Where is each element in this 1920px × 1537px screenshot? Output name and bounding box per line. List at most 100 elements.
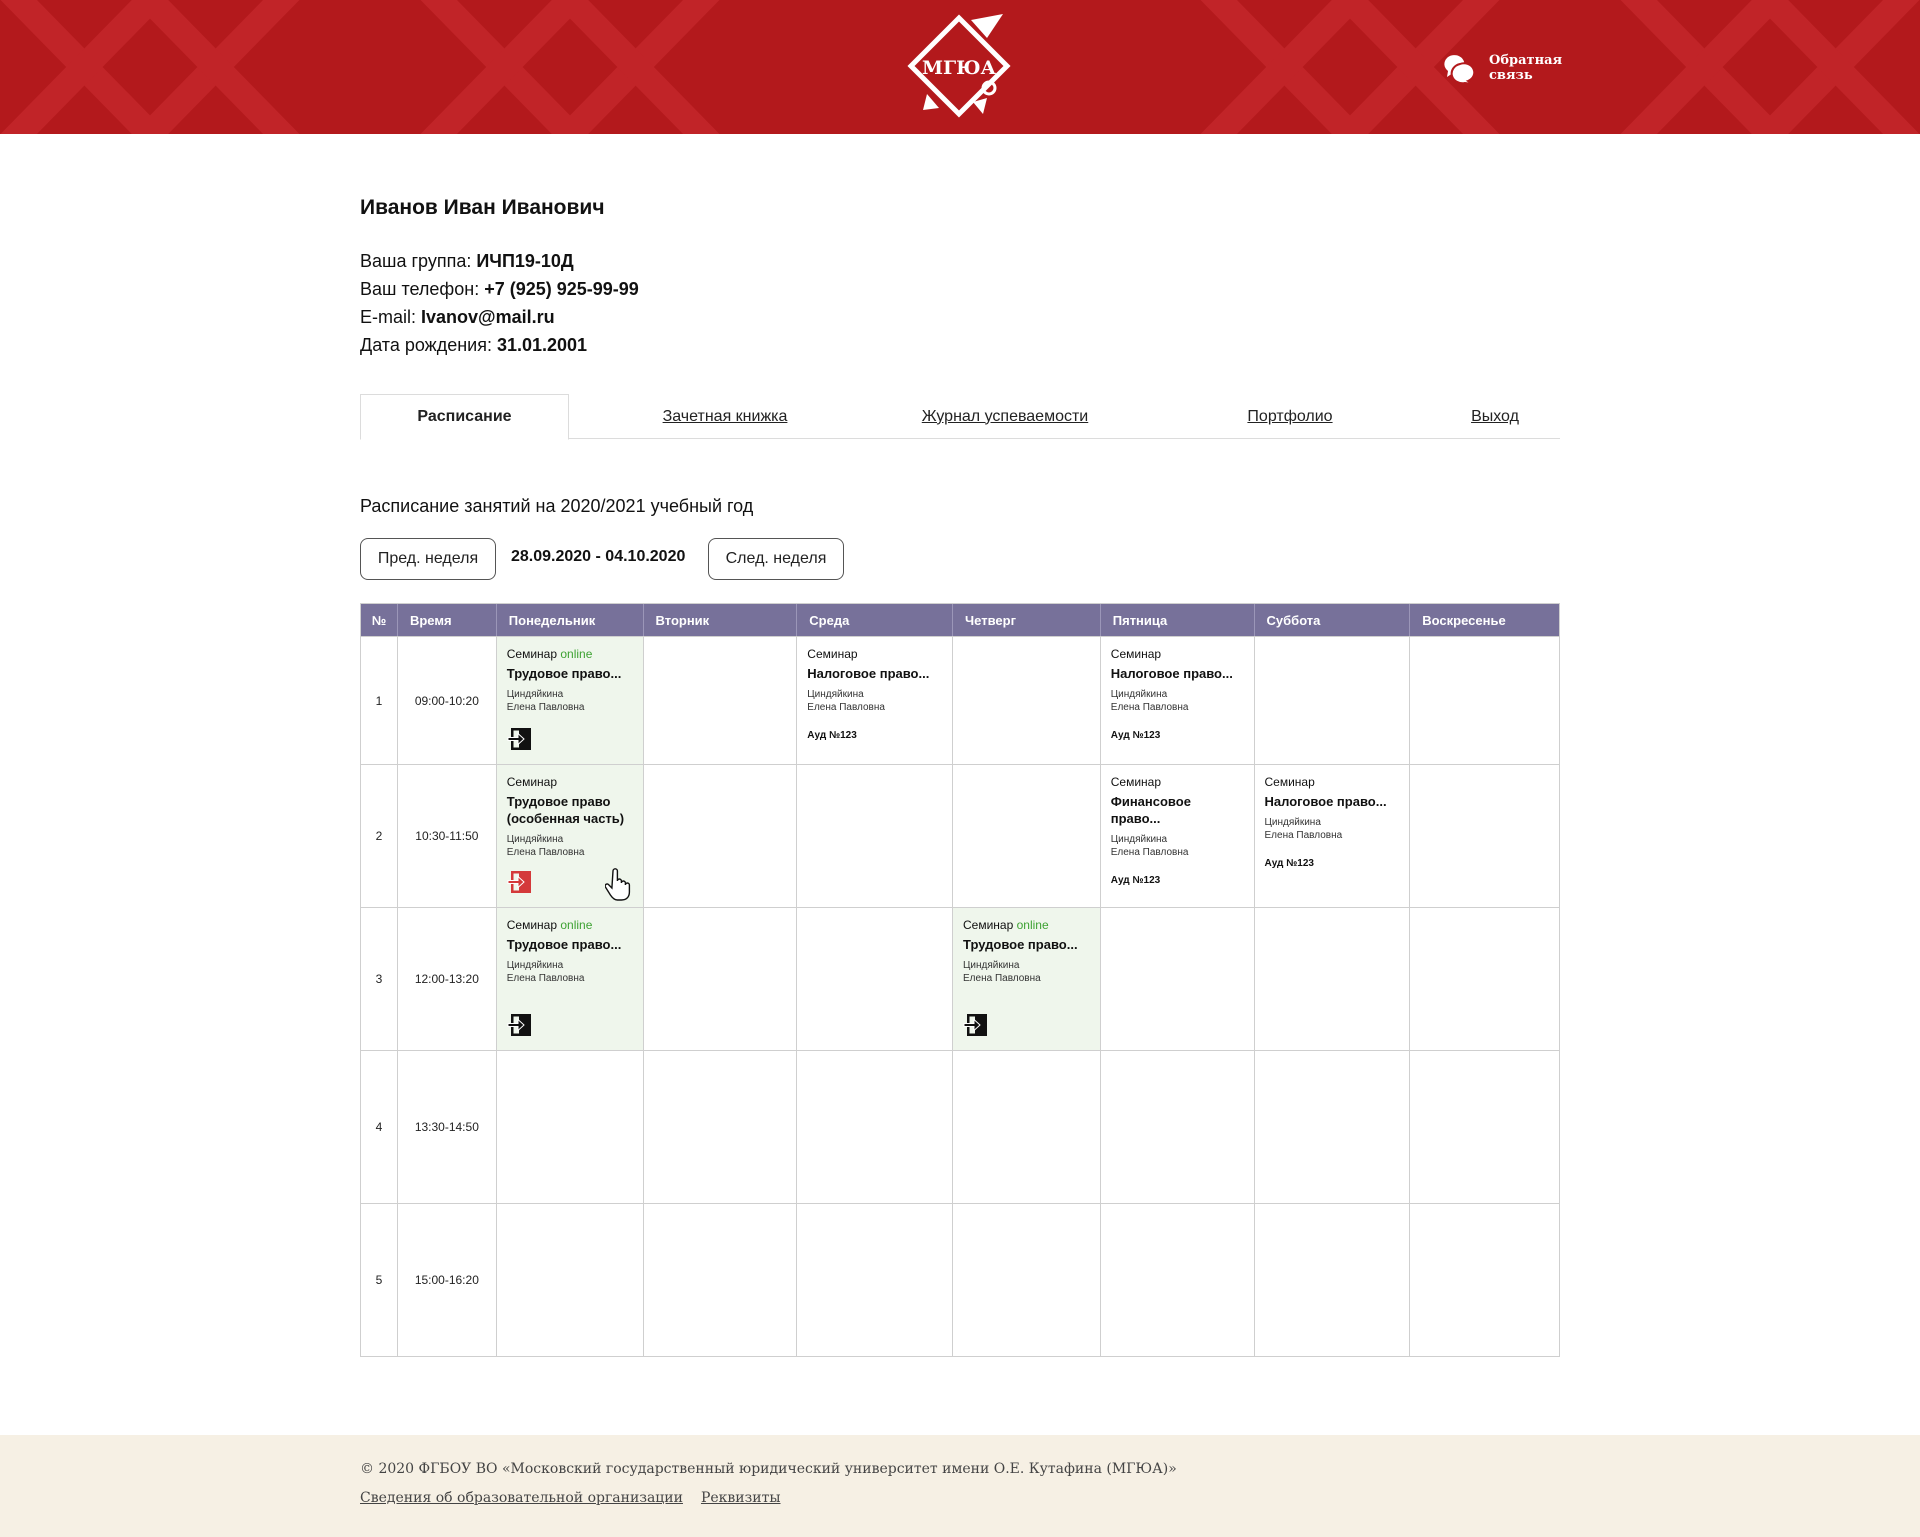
student-info: Ваша группа: ИЧП19-10Д Ваш телефон: +7 (… [360, 247, 639, 359]
join-lesson-icon[interactable] [507, 726, 533, 752]
schedule-cell [797, 765, 953, 907]
lesson-room: Ауд №123 [1110, 875, 1161, 886]
column-header: Понедельник [497, 604, 644, 636]
join-lesson-icon[interactable] [963, 1012, 989, 1038]
email-value: Ivanov@mail.ru [421, 307, 555, 327]
org-info-link[interactable]: Сведения об образовательной организации [360, 1490, 683, 1506]
lesson-time: 13:30-14:50 [398, 1051, 497, 1203]
tab-grades-journal[interactable]: Журнал успеваемости [870, 394, 1140, 439]
lesson-type: Семинар online [506, 647, 593, 661]
chat-bubbles-icon [1444, 55, 1476, 84]
lesson-title: Налоговое право... [807, 666, 930, 681]
email-line: E-mail: Ivanov@mail.ru [360, 307, 555, 327]
join-lesson-icon[interactable] [507, 869, 533, 895]
phone-value: +7 (925) 925-99-99 [484, 279, 639, 299]
lesson-type: Семинар [807, 647, 858, 661]
column-header: Вторник [644, 604, 798, 636]
feedback-link[interactable]: Обратная связь [1443, 50, 1562, 86]
lesson-title: Трудовое право... [963, 937, 1078, 952]
site-footer: © 2020 ФГБОУ ВО «Московский государствен… [0, 1435, 1920, 1537]
lesson-title: Трудовое право (особенная часть) [506, 794, 625, 826]
lesson-teacher: Циндяйкина Елена Павловна [506, 960, 585, 984]
schedule-cell[interactable]: Семинар Налоговое право... Циндяйкина Елена… [797, 637, 954, 764]
online-badge: online [560, 918, 593, 932]
row-number: 5 [361, 1204, 398, 1356]
lesson-teacher: Циндяйкина Елена Павловна [1264, 817, 1343, 841]
schedule-cell[interactable]: Семинар Налоговое право... Циндяйкина Елена… [1255, 765, 1411, 907]
schedule-cell [1410, 1204, 1559, 1356]
birthdate-value: 31.01.2001 [496, 335, 588, 355]
lesson-type: Семинар online [506, 918, 593, 932]
schedule-cell [953, 765, 1101, 907]
join-lesson-icon[interactable] [507, 1012, 533, 1038]
schedule-cell[interactable]: Семинар Налоговое право... Циндяйкина Елена… [1101, 637, 1255, 764]
row-number: 4 [361, 1051, 398, 1203]
online-badge: online [1016, 918, 1049, 932]
lesson-type: Семинар [1264, 775, 1315, 789]
lesson-type: Семинар [1110, 775, 1162, 789]
schedule-cell [644, 765, 798, 907]
lesson-teacher: Циндяйкина Елена Павловна [807, 689, 885, 713]
column-header: Среда [797, 604, 954, 636]
schedule-cell [1410, 637, 1559, 764]
schedule-cell [1101, 908, 1255, 1050]
schedule-cell[interactable]: Семинар online Трудовое право... Циндяйкин… [496, 637, 644, 764]
row-number: 1 [361, 637, 398, 764]
university-logo[interactable]: МГЮА [903, 14, 1015, 120]
lesson-title: Налоговое право... [1110, 666, 1233, 681]
week-range: 28.09.2020 - 04.10.2020 [511, 548, 686, 565]
schedule-cell [797, 908, 954, 1050]
next-week-button[interactable]: След. неделя [708, 538, 844, 580]
tab-record-book[interactable]: Зачетная книжка [600, 394, 850, 439]
svg-text:МГЮА: МГЮА [922, 57, 997, 79]
tab-schedule[interactable]: Расписание [360, 394, 569, 440]
lesson-time: 09:00-10:20 [398, 637, 497, 764]
site-header: МГЮА Обратная связь [0, 0, 1920, 134]
column-header: № [361, 604, 398, 636]
lesson-teacher: Циндяйкина Елена Павловна [1110, 834, 1189, 858]
schedule-cell[interactable]: Семинар Финансовое право... Циндяйкина Елен… [1101, 765, 1255, 907]
schedule-cell[interactable]: Семинар online Трудовое право... Циндяйкин… [953, 908, 1101, 1050]
footer-links: Сведения об образовательной организации … [360, 1490, 781, 1506]
lesson-type: Семинар [1110, 647, 1162, 661]
lesson-title: Налоговое право... [1264, 794, 1387, 809]
schedule-cell [497, 1051, 644, 1203]
student-name: Иванов Иван Иванович [360, 196, 605, 219]
prev-week-button[interactable]: Пред. неделя [360, 538, 496, 580]
column-header: Время [398, 604, 497, 636]
schedule-cell [797, 1204, 953, 1356]
lesson-time: 10:30-11:50 [398, 765, 497, 907]
online-badge: online [560, 647, 593, 661]
schedule-cell [953, 1051, 1101, 1203]
schedule-cell [797, 1051, 953, 1203]
schedule-cell[interactable]: Семинар online Трудовое право... Циндяйкин… [496, 908, 644, 1050]
lesson-type: Семинар online [963, 918, 1049, 932]
column-header: Четверг [953, 604, 1101, 636]
tab-portfolio[interactable]: Портфолио [1170, 394, 1410, 439]
schedule-cell [1101, 1204, 1255, 1356]
group-line: Ваша группа: ИЧП19-10Д [360, 251, 574, 271]
tab-logout[interactable]: Выход [1430, 394, 1560, 439]
schedule-cell [497, 1204, 644, 1356]
lesson-time: 15:00-16:20 [398, 1204, 497, 1356]
schedule-cell [644, 637, 798, 764]
schedule-cell [1255, 1051, 1411, 1203]
phone-line: Ваш телефон: +7 (925) 925-99-99 [360, 279, 639, 299]
requisites-link[interactable]: Реквизиты [701, 1490, 781, 1506]
schedule-row: 4 13:30-14:50 [361, 1050, 1559, 1203]
schedule-row: 1 09:00-10:20 Семинар online Трудовое право… [361, 636, 1559, 764]
column-header: Суббота [1255, 604, 1411, 636]
column-header: Пятница [1101, 604, 1255, 636]
schedule-cell [1255, 637, 1411, 764]
schedule-cell [644, 1051, 798, 1203]
lesson-room: Ауд №123 [1264, 858, 1315, 869]
schedule-cell[interactable]: Семинар Трудовое право (особенная часть) Ц… [496, 765, 644, 907]
feedback-label: Обратная связь [1489, 53, 1563, 83]
schedule-title: Расписание занятий на 2020/2021 учебный … [360, 496, 754, 516]
lesson-teacher: Циндяйкина Елена Павловна [506, 834, 585, 858]
lesson-title: Трудовое право... [506, 937, 622, 952]
schedule-row: 5 15:00-16:20 [361, 1203, 1559, 1356]
schedule-cell [1101, 1051, 1255, 1203]
lesson-time: 12:00-13:20 [398, 908, 497, 1050]
schedule-cell [1410, 1051, 1559, 1203]
